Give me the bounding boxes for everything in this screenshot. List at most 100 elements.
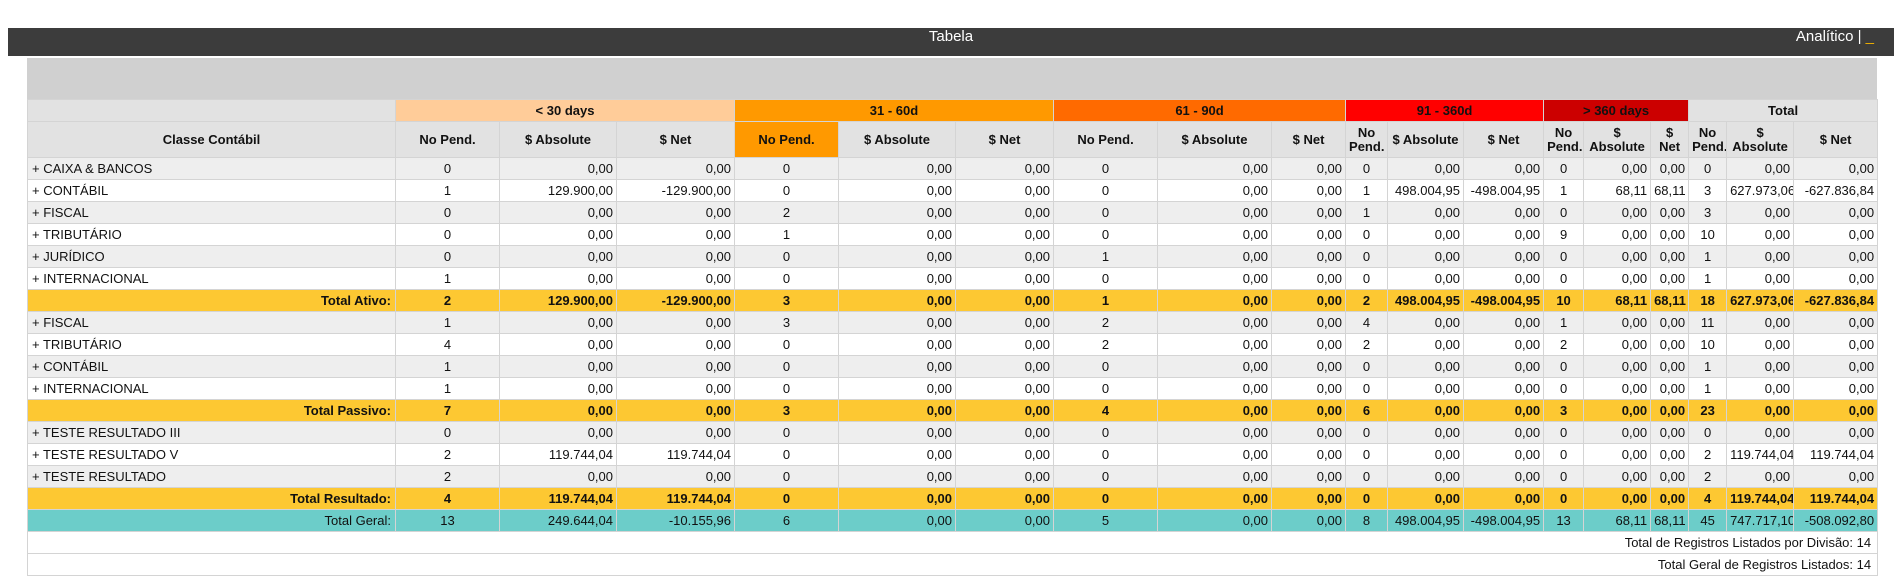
cell-absolute: 0,00 bbox=[838, 311, 956, 334]
cell-absolute: 0,00 bbox=[838, 201, 956, 224]
grand-total-row: Total Geral: 13 249.644,04 -10.155,96 6 0,00 0… bbox=[27, 509, 1879, 532]
cell-count: 2 bbox=[395, 465, 500, 488]
cell-count: 1 bbox=[395, 267, 500, 290]
cell-absolute: 119.744,04 bbox=[1726, 487, 1795, 510]
cell-absolute: 0,00 bbox=[838, 355, 956, 378]
column-header-3-1[interactable]: $ Absolute bbox=[1387, 121, 1465, 158]
column-header-3-0[interactable]: No Pend. bbox=[1345, 121, 1389, 158]
cell-count: 0 bbox=[1053, 201, 1159, 224]
cell-net: 0,00 bbox=[1271, 289, 1347, 312]
cell-count: 10 bbox=[1688, 223, 1728, 246]
column-header-0-1[interactable]: $ Absolute bbox=[499, 121, 617, 158]
column-header-1-2[interactable]: $ Net bbox=[954, 121, 1055, 158]
subtotal-row: Total Passivo: 7 0,00 0,00 3 0,00 0,00 4 0,00 0,0… bbox=[27, 399, 1879, 422]
column-header-2-1[interactable]: $ Absolute bbox=[1157, 121, 1273, 158]
cell-absolute: 119.744,04 bbox=[499, 487, 617, 510]
cell-absolute: 0,00 bbox=[1583, 465, 1652, 488]
table-row[interactable]: + TESTE RESULTADO V 2 119.744,04 119.744,04… bbox=[27, 443, 1879, 466]
cell-net: 0,00 bbox=[954, 465, 1055, 488]
cell-count: 0 bbox=[395, 223, 500, 246]
cell-net: -498.004,95 bbox=[1463, 179, 1545, 202]
cell-net: 0,00 bbox=[616, 157, 735, 180]
cell-absolute: 0,00 bbox=[499, 157, 617, 180]
cell-count: 0 bbox=[395, 157, 500, 180]
table-row[interactable]: + TESTE RESULTADO 2 0,00 0,00 0 0,00 0,00 0 0,00… bbox=[27, 465, 1879, 488]
row-total-label: Total Resultado: bbox=[27, 487, 396, 510]
cell-count: 2 bbox=[1688, 443, 1728, 466]
row-label-expandable[interactable]: + TRIBUTÁRIO bbox=[27, 223, 396, 246]
table-row[interactable]: + FISCAL 0 0,00 0,00 2 0,00 0,00 0 0,00 0,00 1 0,00… bbox=[27, 201, 1879, 224]
column-header-0-2[interactable]: $ Net bbox=[616, 121, 735, 158]
cell-net: 0,00 bbox=[954, 311, 1055, 334]
cell-absolute: 129.900,00 bbox=[499, 179, 617, 202]
cell-net: 0,00 bbox=[1271, 421, 1347, 444]
column-header-5-2[interactable]: $ Net bbox=[1793, 121, 1879, 158]
column-header-1-1[interactable]: $ Absolute bbox=[838, 121, 956, 158]
row-label-expandable[interactable]: + JURÍDICO bbox=[27, 245, 396, 268]
cell-net: 0,00 bbox=[1650, 355, 1690, 378]
table-row[interactable]: + CONTÁBIL 1 129.900,00 -129.900,00 0 0,00 0,0… bbox=[27, 179, 1879, 202]
cell-count: 2 bbox=[734, 201, 839, 224]
view-mode-toggle[interactable]: Analítico | _ bbox=[1796, 28, 1874, 46]
row-label-expandable[interactable]: + TESTE RESULTADO V bbox=[27, 443, 396, 466]
cell-net: 119.744,04 bbox=[1793, 487, 1879, 510]
cell-net: 0,00 bbox=[616, 267, 735, 290]
cell-net: 0,00 bbox=[1271, 443, 1347, 466]
cell-absolute: 0,00 bbox=[838, 289, 956, 312]
column-header-4-1[interactable]: $ Absolute bbox=[1583, 121, 1652, 158]
cell-absolute: 0,00 bbox=[1583, 267, 1652, 290]
table-row[interactable]: + CONTÁBIL 1 0,00 0,00 0 0,00 0,00 0 0,00 0,00 0 0,… bbox=[27, 355, 1879, 378]
column-header-1-0[interactable]: No Pend. bbox=[734, 121, 839, 158]
cell-absolute: 0,00 bbox=[1583, 201, 1652, 224]
column-header-5-0[interactable]: No Pend. bbox=[1688, 121, 1728, 158]
cell-count: 2 bbox=[395, 289, 500, 312]
cell-net: 0,00 bbox=[1650, 311, 1690, 334]
table-row[interactable]: + TESTE RESULTADO III 0 0,00 0,00 0 0,00 0,00 0… bbox=[27, 421, 1879, 444]
row-label-expandable[interactable]: + CONTÁBIL bbox=[27, 179, 396, 202]
row-label-expandable[interactable]: + TESTE RESULTADO bbox=[27, 465, 396, 488]
subtotal-row: Total Resultado: 4 119.744,04 119.744,04 0 0,… bbox=[27, 487, 1879, 510]
table-row[interactable]: + TRIBUTÁRIO 0 0,00 0,00 1 0,00 0,00 0 0,00 0,00 0… bbox=[27, 223, 1879, 246]
cell-net: 0,00 bbox=[1463, 465, 1545, 488]
cell-net: 0,00 bbox=[1650, 245, 1690, 268]
cell-count: 18 bbox=[1688, 289, 1728, 312]
cell-absolute: 0,00 bbox=[1583, 443, 1652, 466]
cell-absolute: 0,00 bbox=[1387, 355, 1465, 378]
cell-net: 0,00 bbox=[954, 421, 1055, 444]
row-total-label: Total Ativo: bbox=[27, 289, 396, 312]
cell-absolute: 0,00 bbox=[1583, 311, 1652, 334]
row-label-expandable[interactable]: + CONTÁBIL bbox=[27, 355, 396, 378]
table-row[interactable]: + CAIXA & BANCOS 0 0,00 0,00 0 0,00 0,00 0 0,00 0… bbox=[27, 157, 1879, 180]
column-header-4-2[interactable]: $ Net bbox=[1650, 121, 1690, 158]
row-label-expandable[interactable]: + TRIBUTÁRIO bbox=[27, 333, 396, 356]
column-header-3-2[interactable]: $ Net bbox=[1463, 121, 1545, 158]
cell-count: 1 bbox=[1688, 355, 1728, 378]
column-header-5-1[interactable]: $ Absolute bbox=[1726, 121, 1795, 158]
table-row[interactable]: + INTERNACIONAL 1 0,00 0,00 0 0,00 0,00 0 0,00 0,… bbox=[27, 267, 1879, 290]
column-header-4-0[interactable]: No Pend. bbox=[1543, 121, 1585, 158]
cell-net: 0,00 bbox=[1271, 399, 1347, 422]
row-label-expandable[interactable]: + FISCAL bbox=[27, 201, 396, 224]
column-header-0-0[interactable]: No Pend. bbox=[395, 121, 500, 158]
column-header-2-2[interactable]: $ Net bbox=[1271, 121, 1347, 158]
table-row[interactable]: + FISCAL 1 0,00 0,00 3 0,00 0,00 2 0,00 0,00 4 0,00… bbox=[27, 311, 1879, 334]
cell-count: 0 bbox=[1053, 355, 1159, 378]
row-label-expandable[interactable]: + TESTE RESULTADO III bbox=[27, 421, 396, 444]
cell-net: 0,00 bbox=[1650, 487, 1690, 510]
row-label-expandable[interactable]: + FISCAL bbox=[27, 311, 396, 334]
cell-count: 0 bbox=[734, 443, 839, 466]
cell-count: 1 bbox=[395, 377, 500, 400]
table-row[interactable]: + JURÍDICO 0 0,00 0,00 0 0,00 0,00 1 0,00 0,00 0 0,… bbox=[27, 245, 1879, 268]
table-row[interactable]: + INTERNACIONAL 1 0,00 0,00 0 0,00 0,00 0 0,00 0,… bbox=[27, 377, 1879, 400]
row-label-expandable[interactable]: + CAIXA & BANCOS bbox=[27, 157, 396, 180]
column-header-classe-contabil[interactable]: Classe Contábil bbox=[27, 121, 396, 158]
row-label-expandable[interactable]: + INTERNACIONAL bbox=[27, 377, 396, 400]
row-label-expandable[interactable]: + INTERNACIONAL bbox=[27, 267, 396, 290]
table-row[interactable]: + TRIBUTÁRIO 4 0,00 0,00 0 0,00 0,00 2 0,00 0,00 2… bbox=[27, 333, 1879, 356]
column-header-2-0[interactable]: No Pend. bbox=[1053, 121, 1159, 158]
cell-net: 0,00 bbox=[954, 245, 1055, 268]
cell-net: 0,00 bbox=[1463, 355, 1545, 378]
row-total-label: Total Passivo: bbox=[27, 399, 396, 422]
cell-count: 0 bbox=[734, 355, 839, 378]
cell-absolute: 0,00 bbox=[1726, 157, 1795, 180]
